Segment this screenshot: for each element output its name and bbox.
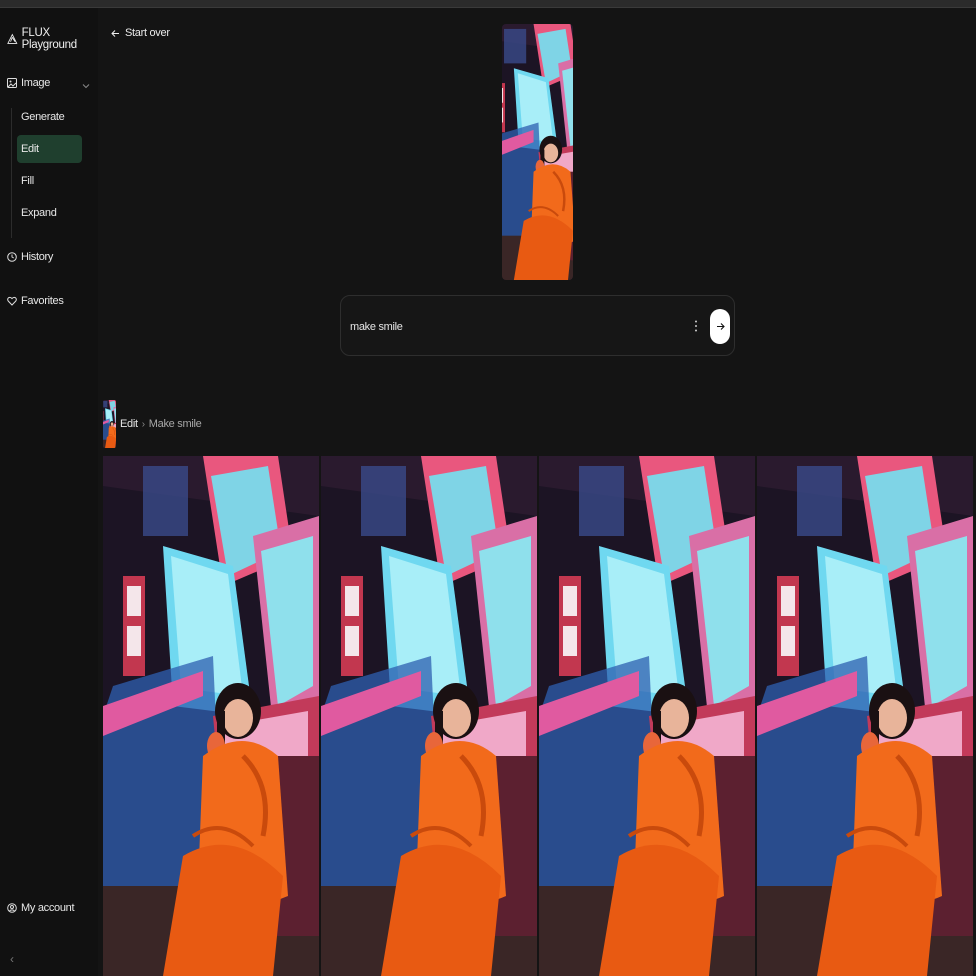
- breadcrumb: Edit › Make smile: [120, 418, 202, 430]
- source-image-preview: [502, 24, 573, 280]
- prompt-input[interactable]: make smile: [350, 321, 403, 333]
- flux-logo-icon: [7, 33, 18, 44]
- submit-button[interactable]: [710, 309, 730, 344]
- arrow-left-icon: [111, 29, 119, 37]
- app-title: FLUX Playground: [21, 27, 77, 51]
- result-image: [103, 456, 319, 976]
- result-image-3[interactable]: [539, 456, 755, 976]
- user-icon: [7, 903, 17, 913]
- chevron-down-icon[interactable]: [82, 82, 90, 90]
- result-image-4[interactable]: [757, 456, 973, 976]
- result-image: [321, 456, 537, 976]
- sidebar-item-favorites[interactable]: Favorites: [7, 295, 64, 307]
- prompt-box: make smile: [340, 295, 735, 356]
- browser-top-bar: [0, 0, 976, 8]
- sidebar-item-my-account[interactable]: My account: [7, 902, 75, 914]
- start-over-button[interactable]: Start over: [111, 27, 170, 39]
- result-image-1[interactable]: [103, 456, 319, 976]
- breadcrumb-parent[interactable]: Edit: [120, 418, 138, 430]
- start-over-label: Start over: [125, 27, 170, 39]
- history-icon: [7, 252, 17, 262]
- sidebar-item-expand[interactable]: Expand: [17, 199, 82, 227]
- image-icon: [7, 78, 17, 88]
- source-image: [502, 24, 573, 280]
- sidebar: FLUX Playground Image Generate Edit Fill…: [0, 8, 98, 976]
- sidebar-item-fill[interactable]: Fill: [17, 167, 82, 195]
- sidebar-item-label: My account: [21, 902, 75, 914]
- arrow-right-icon: [716, 323, 725, 330]
- heart-icon: [7, 296, 17, 306]
- sidebar-item-generate[interactable]: Generate: [17, 103, 82, 131]
- result-image: [539, 456, 755, 976]
- breadcrumb-current: Make smile: [148, 418, 202, 430]
- sidebar-item-image[interactable]: Image: [7, 77, 50, 89]
- result-image: [757, 456, 973, 976]
- history-thumbnail[interactable]: [103, 400, 116, 448]
- sidebar-item-history[interactable]: History: [7, 251, 53, 263]
- brand[interactable]: FLUX Playground: [7, 27, 98, 51]
- result-image-2[interactable]: [321, 456, 537, 976]
- collapse-sidebar-button[interactable]: ‹: [10, 952, 14, 966]
- thumbnail-image: [103, 400, 116, 448]
- sidebar-item-label: Image: [21, 77, 51, 89]
- breadcrumb-separator: ›: [141, 418, 145, 430]
- sidebar-item-label: History: [21, 251, 54, 263]
- more-vertical-icon[interactable]: [693, 319, 699, 333]
- sidebar-item-edit[interactable]: Edit: [17, 135, 82, 163]
- subnav-divider: [11, 108, 12, 238]
- sidebar-item-label: Favorites: [21, 295, 64, 307]
